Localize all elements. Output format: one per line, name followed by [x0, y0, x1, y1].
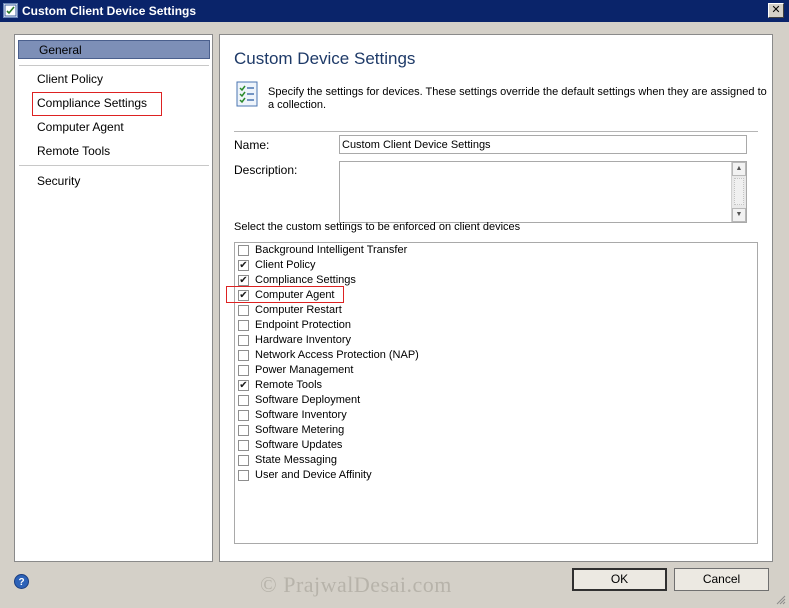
watermark: © PrajwalDesai.com — [260, 572, 452, 597]
page-title: Custom Device Settings — [234, 49, 416, 68]
checkbox-label: Software Metering — [255, 424, 345, 436]
sidebar-item-security[interactable]: Security — [37, 172, 80, 190]
name-field[interactable] — [339, 135, 747, 154]
checkbox[interactable] — [238, 425, 249, 436]
sidebar-item-computer-agent[interactable]: Computer Agent — [37, 118, 124, 136]
description-field[interactable]: ▲ ▼ — [339, 161, 747, 223]
checkbox-label: Endpoint Protection — [255, 319, 352, 331]
checkbox[interactable] — [238, 365, 249, 376]
settings-list-icon — [234, 80, 262, 108]
highlight-box — [32, 92, 162, 116]
sidebar-nav: General Client Policy Compliance Setting… — [14, 34, 213, 562]
nav-divider — [19, 165, 209, 166]
checkbox[interactable] — [238, 395, 249, 406]
scroll-thumb[interactable] — [734, 178, 744, 205]
title-bar: Custom Client Device Settings ✕ — [0, 0, 789, 22]
checkbox-label: Computer Restart — [255, 304, 342, 316]
checkbox-label: Background Intelligent Transfer — [255, 244, 408, 256]
page-description: Specify the settings for devices. These … — [268, 86, 767, 111]
scroll-up-icon[interactable]: ▲ — [732, 162, 746, 176]
divider — [234, 131, 758, 132]
sidebar-item-general[interactable]: General — [18, 40, 210, 59]
settings-window-icon — [3, 3, 18, 18]
sidebar-item-client-policy[interactable]: Client Policy — [37, 70, 103, 88]
checkbox[interactable] — [238, 455, 249, 466]
checkbox[interactable]: ✔ — [238, 380, 249, 391]
dialog-body: General Client Policy Compliance Setting… — [0, 22, 789, 608]
checkbox-label: User and Device Affinity — [255, 469, 372, 481]
checkbox[interactable] — [238, 440, 249, 451]
checkbox-label: Hardware Inventory — [255, 334, 351, 346]
name-label: Name: — [234, 138, 270, 152]
checkbox-label: Compliance Settings — [255, 274, 356, 286]
window-title: Custom Client Device Settings — [22, 4, 197, 18]
checkbox[interactable]: ✔ — [238, 275, 249, 286]
checkbox[interactable] — [238, 350, 249, 361]
checkbox[interactable] — [238, 410, 249, 421]
help-icon[interactable]: ? — [14, 574, 29, 589]
checkbox-label: Software Deployment — [255, 394, 361, 406]
close-icon[interactable]: ✕ — [768, 3, 784, 18]
description-label: Description: — [234, 163, 298, 177]
checkbox-label: Software Inventory — [255, 409, 347, 421]
checkbox[interactable]: ✔ — [238, 260, 249, 271]
checkbox-label: Software Updates — [255, 439, 343, 451]
main-panel: Custom Device Settings Specify the setti… — [219, 34, 773, 562]
highlight-box — [226, 286, 344, 303]
sidebar-item-remote-tools[interactable]: Remote Tools — [37, 142, 110, 160]
checkbox[interactable] — [238, 245, 249, 256]
resize-grip-icon[interactable] — [776, 595, 786, 605]
checkbox[interactable] — [238, 320, 249, 331]
nav-divider — [19, 65, 209, 66]
scroll-down-icon[interactable]: ▼ — [732, 208, 746, 222]
checkbox[interactable] — [238, 335, 249, 346]
checkbox-label: Power Management — [255, 364, 354, 376]
ok-button[interactable]: OK — [572, 568, 667, 591]
settings-select-label: Select the custom settings to be enforce… — [234, 221, 521, 233]
checkbox-label: State Messaging — [255, 454, 337, 466]
description-scrollbar[interactable]: ▲ ▼ — [731, 162, 746, 222]
checkbox-label: Client Policy — [255, 259, 316, 271]
checkbox-label: Remote Tools — [255, 379, 323, 391]
checkbox[interactable] — [238, 470, 249, 481]
settings-checklist: Background Intelligent Transfer ✔ Client … — [226, 242, 758, 544]
checkbox[interactable] — [238, 305, 249, 316]
checkbox-label: Network Access Protection (NAP) — [255, 349, 419, 361]
cancel-button[interactable]: Cancel — [674, 568, 769, 591]
